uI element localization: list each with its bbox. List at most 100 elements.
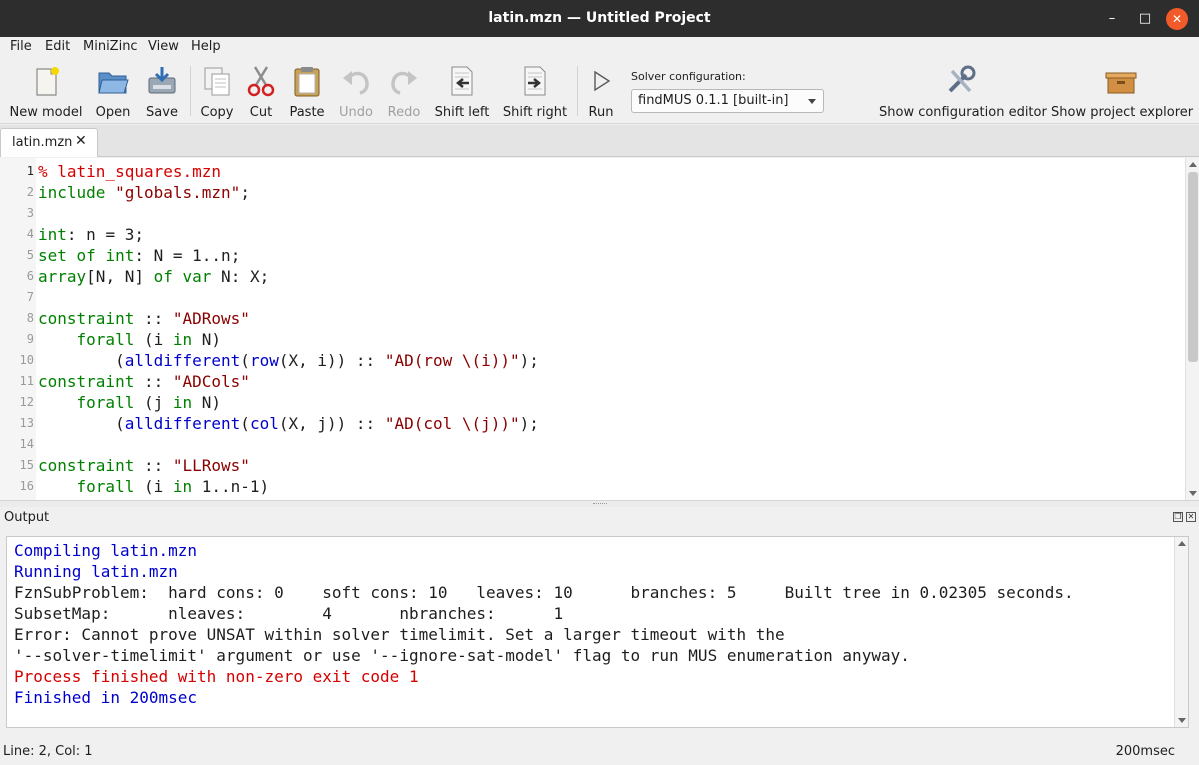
code-editor[interactable]: 1 2 3 4 5 6 7 8 9 10 11 12 13 14 15 16 %…: [0, 158, 1199, 500]
code-line: (alldifferent(col(X, j)) :: "AD(col \(j)…: [38, 414, 539, 433]
chevron-down-icon: [808, 99, 816, 104]
shift-right-label: Shift right: [502, 105, 568, 120]
line-number: 2: [26, 185, 34, 199]
menu-minizinc[interactable]: MiniZinc: [83, 39, 138, 54]
copy-icon: [204, 67, 230, 96]
minimize-button[interactable]: –: [1101, 8, 1123, 30]
play-icon: [594, 70, 611, 92]
line-number: 14: [19, 437, 34, 451]
show-configuration-editor-button[interactable]: Show configuration editor: [879, 64, 1047, 122]
copy-button[interactable]: Copy: [197, 64, 237, 122]
undo-button[interactable]: Undo: [337, 64, 375, 122]
save-button[interactable]: Save: [142, 64, 182, 122]
paste-button[interactable]: Paste: [285, 64, 329, 122]
line-number: 1: [26, 164, 34, 178]
line-number-gutter: 1 2 3 4 5 6 7 8 9 10 11 12 13 14 15 16: [0, 158, 36, 500]
clipboard-icon: [294, 67, 320, 97]
output-console[interactable]: Compiling latin.mzn Running latin.mzn Fz…: [6, 536, 1189, 728]
redo-button[interactable]: Redo: [385, 64, 423, 122]
cut-button[interactable]: Cut: [242, 64, 280, 122]
code-line: forall (i in 1..n-1): [76, 477, 270, 496]
paste-label: Paste: [289, 105, 325, 120]
code-line: int: n = 3;: [38, 225, 144, 244]
menu-edit[interactable]: Edit: [45, 39, 70, 54]
close-icon[interactable]: ✕: [75, 133, 87, 149]
code-line: (alldifferent(row(X, i)) :: "AD(row \(i)…: [38, 351, 539, 370]
open-button[interactable]: Open: [93, 64, 133, 122]
run-time: 200msec: [1115, 744, 1175, 759]
toolbar-separator: [577, 66, 578, 116]
output-line: SubsetMap: nleaves: 4 nbranches: 1: [14, 604, 564, 623]
line-number: 9: [26, 332, 34, 346]
line-number: 16: [19, 479, 34, 493]
output-line: FznSubProblem: hard cons: 0 soft cons: 1…: [14, 583, 1074, 602]
save-label: Save: [146, 105, 178, 120]
line-number: 13: [19, 416, 34, 430]
open-label: Open: [95, 105, 131, 120]
menu-view[interactable]: View: [148, 39, 179, 54]
show-configuration-editor-label: Show configuration editor: [879, 105, 1047, 120]
scroll-down-icon[interactable]: [1189, 491, 1197, 496]
solver-configuration-select[interactable]: findMUS 0.1.1 [built-in]: [631, 89, 824, 113]
editor-tab-bar: latin.mzn ✕: [0, 125, 1199, 157]
new-model-button[interactable]: New model: [8, 64, 84, 122]
line-number: 10: [19, 353, 34, 367]
shift-left-label: Shift left: [434, 105, 490, 120]
menu-help[interactable]: Help: [191, 39, 221, 54]
scroll-down-icon[interactable]: [1178, 718, 1186, 723]
scroll-up-icon[interactable]: [1189, 162, 1197, 167]
new-model-icon: [36, 67, 59, 96]
box-icon: [1105, 72, 1137, 94]
output-line: Running latin.mzn: [14, 562, 178, 581]
close-window-button[interactable]: ✕: [1166, 8, 1188, 30]
status-bar: Line: 2, Col: 1 200msec: [0, 738, 1199, 765]
tab-label: latin.mzn: [12, 135, 73, 150]
output-line: Error: Cannot prove UNSAT within solver …: [14, 625, 785, 644]
line-number: 7: [26, 290, 34, 304]
new-model-label: New model: [9, 105, 83, 120]
run-button[interactable]: Run: [584, 64, 618, 122]
float-dock-icon[interactable]: ❐: [1173, 512, 1183, 522]
undo-label: Undo: [339, 105, 373, 120]
shift-left-button[interactable]: Shift left: [433, 64, 491, 122]
redo-icon: [391, 71, 417, 95]
folder-open-icon: [98, 72, 129, 94]
output-line: '--solver-timelimit' argument or use '--…: [14, 646, 910, 665]
output-scrollbar[interactable]: [1174, 537, 1188, 727]
shift-right-button[interactable]: Shift right: [502, 64, 568, 122]
code-line: forall (i in N): [76, 330, 222, 349]
scroll-up-icon[interactable]: [1178, 541, 1186, 546]
editor-output-splitter[interactable]: [0, 500, 1199, 507]
code-line: forall (j in N): [76, 393, 222, 412]
output-line: Process finished with non-zero exit code…: [14, 667, 419, 686]
menu-file[interactable]: File: [10, 39, 32, 54]
code-line: set of int: N = 1..n;: [38, 246, 241, 265]
output-dock-header: Output ❐ ✕: [0, 507, 1199, 531]
toolbar-separator: [190, 66, 191, 116]
line-number: 4: [26, 227, 34, 241]
code-line: constraint :: "ADRows": [38, 309, 250, 328]
output-line: Compiling latin.mzn: [14, 541, 198, 560]
line-number: 11: [19, 374, 34, 388]
maximize-button[interactable]: □: [1134, 8, 1156, 30]
save-icon: [148, 67, 176, 94]
shift-right-icon: [524, 66, 546, 96]
tab-latin-mzn[interactable]: latin.mzn ✕: [0, 128, 98, 157]
output-title: Output: [4, 510, 50, 525]
code-line: array[N, N] of var N: X;: [38, 267, 270, 286]
toolbar: New model Open Save Copy Cut Paste Undo …: [0, 58, 1199, 124]
window-title: latin.mzn — Untitled Project: [488, 10, 711, 26]
editor-scrollbar-thumb[interactable]: [1188, 172, 1198, 362]
cursor-position: Line: 2, Col: 1: [3, 744, 93, 759]
line-number: 3: [26, 206, 34, 220]
show-project-explorer-button[interactable]: Show project explorer: [1051, 64, 1193, 122]
editor-scrollbar[interactable]: [1185, 158, 1199, 500]
close-dock-icon[interactable]: ✕: [1186, 512, 1196, 522]
scissors-icon: [247, 66, 275, 97]
line-number: 8: [26, 311, 34, 325]
line-number: 5: [26, 248, 34, 262]
splitter-grip[interactable]: [593, 503, 607, 505]
line-number: 6: [26, 269, 34, 283]
run-label: Run: [588, 105, 614, 120]
cut-label: Cut: [249, 105, 273, 120]
